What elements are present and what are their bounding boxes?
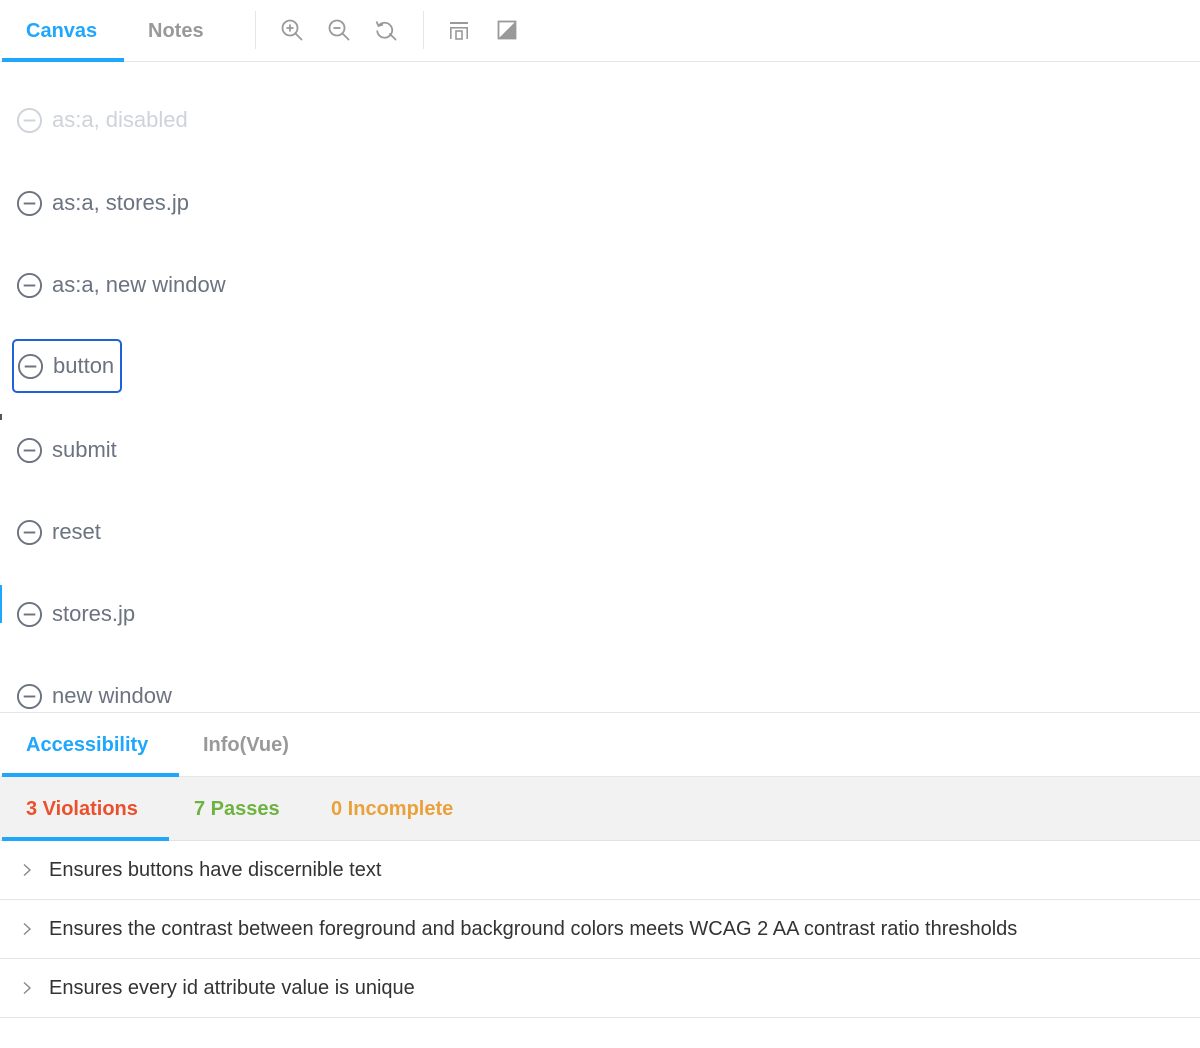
toolbar-divider xyxy=(255,11,256,49)
zoom-out-button[interactable] xyxy=(323,14,355,46)
item-label: stores.jp xyxy=(52,601,136,626)
minus-circle-icon xyxy=(16,190,43,216)
minus-circle-icon xyxy=(16,519,43,545)
minus-circle-icon xyxy=(16,683,43,709)
zoom-out-icon xyxy=(328,19,350,41)
canvas-preview: as:a, disabled as:a, stores.jp as:a, new… xyxy=(0,62,1200,712)
viewport-button[interactable] xyxy=(443,14,475,46)
rule-item[interactable]: Ensures the contrast between foreground … xyxy=(0,900,1200,959)
minus-circle-icon xyxy=(16,601,43,627)
item-label: reset xyxy=(52,519,101,544)
reset-zoom-icon xyxy=(375,21,397,41)
item-label: as:a, stores.jp xyxy=(52,190,189,215)
background-icon xyxy=(497,20,517,40)
rule-description: Ensures the contrast between foreground … xyxy=(49,917,1018,940)
chevron-right-icon xyxy=(23,863,32,877)
reset-zoom-button[interactable] xyxy=(370,14,402,46)
item-label: submit xyxy=(52,437,117,462)
results-tabs: 3 Violations 7 Passes 0 Incomplete xyxy=(0,777,1200,841)
item-label: button xyxy=(53,353,115,378)
stores-jp-link[interactable]: stores.jp xyxy=(14,594,135,634)
preview-toolbar: Canvas Notes xyxy=(0,0,1200,62)
background-toggle-button[interactable] xyxy=(491,14,523,46)
link-stores-jp[interactable]: as:a, stores.jp xyxy=(14,183,189,223)
minus-circle-icon xyxy=(16,437,43,463)
chevron-right-icon xyxy=(23,981,32,995)
item-label: new window xyxy=(52,683,172,708)
link-new-window[interactable]: as:a, new window xyxy=(14,265,226,305)
selection-indicator xyxy=(0,585,2,623)
viewport-icon xyxy=(450,22,468,40)
tab-canvas[interactable]: Canvas xyxy=(26,0,97,62)
reset-button[interactable]: reset xyxy=(14,512,101,552)
addon-panel: Accessibility Info(Vue) 3 Violations 7 P… xyxy=(0,712,1200,1048)
minus-circle-icon xyxy=(17,353,44,379)
minus-circle-icon xyxy=(16,107,43,133)
button-button[interactable]: button xyxy=(12,339,122,393)
item-label: as:a, new window xyxy=(52,272,226,297)
rule-description: Ensures every id attribute value is uniq… xyxy=(49,976,415,999)
minus-circle-icon xyxy=(16,272,43,298)
rule-item[interactable]: Ensures buttons have discernible text xyxy=(0,841,1200,900)
tab-violations[interactable]: 3 Violations xyxy=(26,777,138,841)
toolbar-divider xyxy=(423,11,424,49)
link-disabled: as:a, disabled xyxy=(14,100,188,140)
zoom-in-icon xyxy=(281,19,303,41)
tab-accessibility[interactable]: Accessibility xyxy=(26,713,148,777)
tab-info-vue[interactable]: Info(Vue) xyxy=(203,713,289,777)
rule-item[interactable]: Ensures every id attribute value is uniq… xyxy=(0,959,1200,1018)
submit-button[interactable]: submit xyxy=(14,430,117,470)
panel-tabs: Accessibility Info(Vue) xyxy=(0,713,1200,777)
resize-handle xyxy=(0,414,2,420)
tab-passes[interactable]: 7 Passes xyxy=(194,777,280,841)
new-window-link[interactable]: new window xyxy=(14,676,172,712)
zoom-in-button[interactable] xyxy=(276,14,308,46)
chevron-right-icon xyxy=(23,922,32,936)
tab-incomplete[interactable]: 0 Incomplete xyxy=(331,777,453,841)
tab-notes[interactable]: Notes xyxy=(148,0,204,62)
rule-description: Ensures buttons have discernible text xyxy=(49,858,382,881)
item-label: as:a, disabled xyxy=(52,107,188,132)
